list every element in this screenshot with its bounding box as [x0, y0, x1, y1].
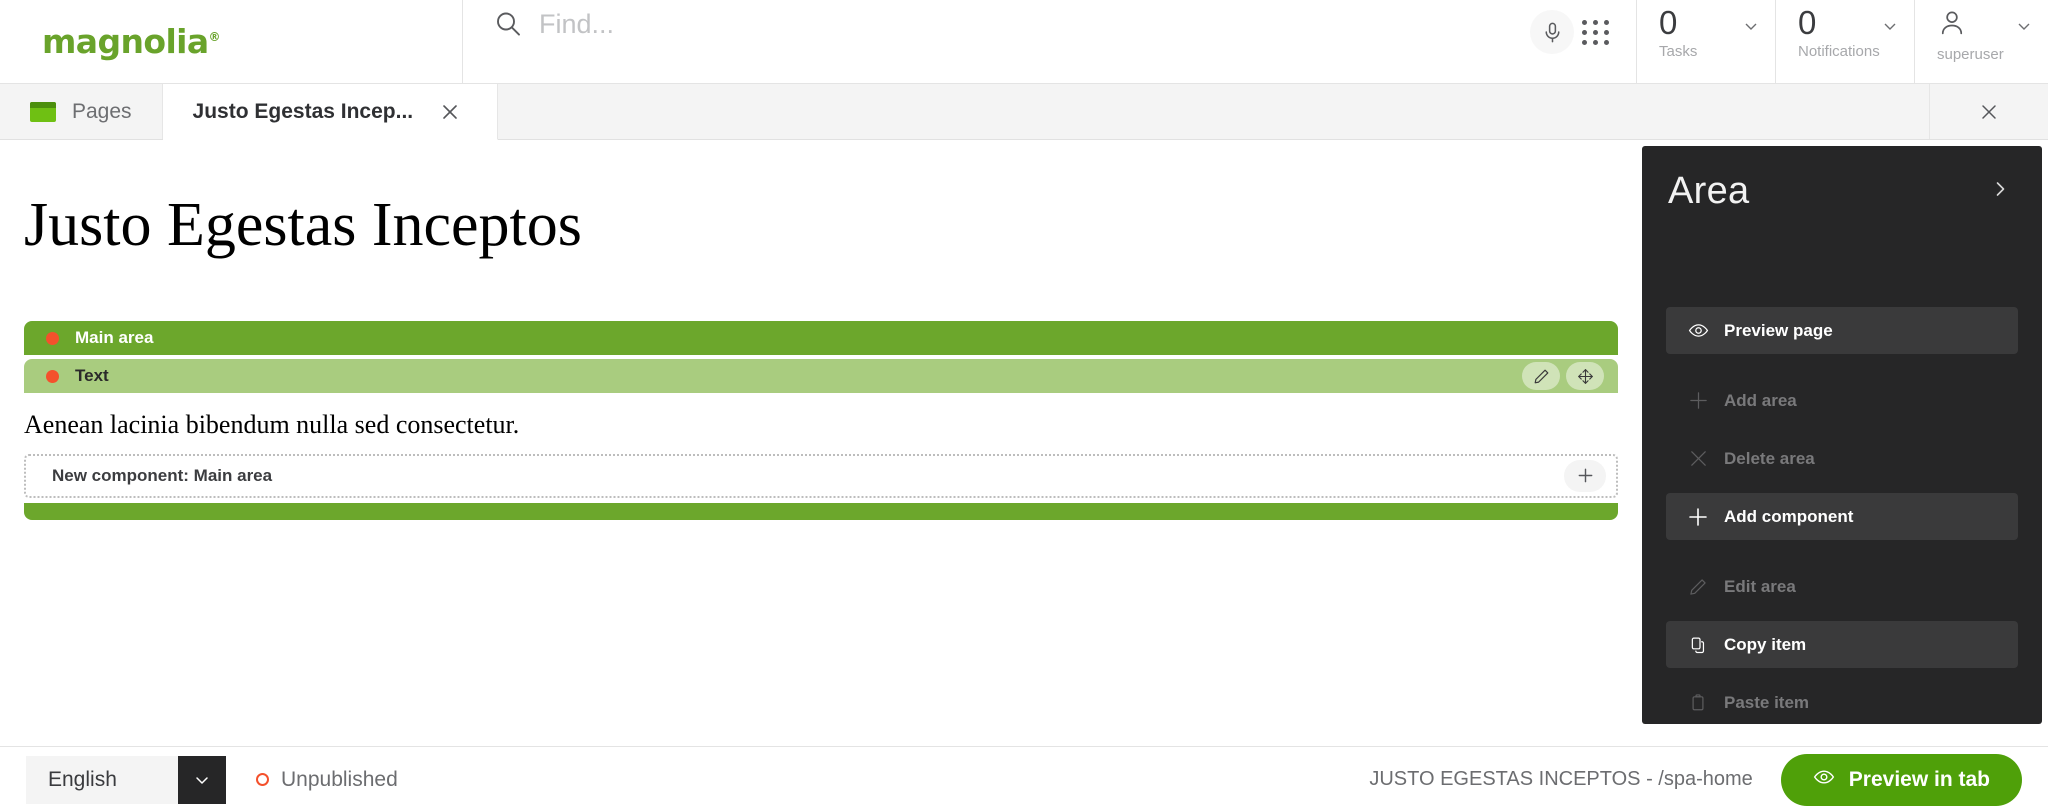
status-dot-icon [46, 369, 59, 383]
eye-icon [1672, 320, 1724, 341]
add-component-label: Add component [1724, 506, 1854, 526]
preview-in-tab-button[interactable]: Preview in tab [1780, 753, 2022, 806]
component-text-body: Aenean lacinia bibendum nulla sed consec… [24, 410, 520, 440]
copy-item-label: Copy item [1724, 634, 1807, 654]
add-component-button[interactable]: Add component [1666, 493, 2018, 540]
user-name: superuser [1937, 46, 2004, 63]
area-bar-label: Main area [75, 328, 154, 348]
panel-title: Area [1668, 170, 1750, 212]
delete-area-label: Delete area [1724, 448, 1815, 468]
preview-page-label: Preview page [1724, 320, 1833, 340]
paste-item-label: Paste item [1724, 692, 1810, 712]
brand-logo-text: magnolia® [42, 22, 221, 61]
plus-icon [1672, 506, 1724, 528]
panel-action-list: Preview page Add area Delete area Add co… [1642, 213, 2042, 726]
tab-pages[interactable]: Pages [0, 84, 163, 139]
edit-area-label: Edit area [1724, 576, 1796, 596]
pencil-icon [1672, 577, 1724, 597]
panel-spacer [1666, 482, 2018, 493]
tab-active-label: Justo Egestas Incep... [192, 99, 414, 123]
copy-icon [1672, 635, 1724, 655]
tab-bar: Pages Justo Egestas Incep... [0, 84, 2048, 140]
panel-spacer [1666, 668, 2018, 679]
area-bar-main-area[interactable]: Main area [24, 321, 1618, 356]
tasks-indicator[interactable]: 0 Tasks [1636, 0, 1775, 84]
publication-status: Unpublished [256, 768, 398, 792]
close-icon [1672, 448, 1724, 469]
notifications-indicator[interactable]: 0 Notifications [1775, 0, 1914, 84]
tab-close-icon[interactable] [433, 95, 467, 129]
edit-area-button[interactable]: Edit area [1666, 563, 2018, 610]
delete-area-button[interactable]: Delete area [1666, 435, 2018, 482]
component-bar-label: Text [75, 366, 109, 386]
eye-icon [1813, 766, 1835, 794]
plus-icon[interactable] [1564, 459, 1606, 492]
global-search[interactable] [463, 0, 1530, 83]
notifications-label: Notifications [1798, 43, 1880, 60]
microphone-icon[interactable] [1530, 10, 1574, 54]
panel-header: Area [1642, 146, 2042, 213]
editor-footer: English Unpublished JUSTO EGESTAS INCEPT… [0, 746, 2048, 812]
add-area-button[interactable]: Add area [1666, 377, 2018, 424]
brand-logo[interactable]: magnolia® [0, 0, 463, 83]
area-footer-bar [24, 502, 1618, 520]
panel-spacer [1666, 354, 2018, 377]
language-value: English [26, 755, 178, 804]
status-dot-icon [46, 331, 59, 345]
brand-registered-mark: ® [208, 30, 221, 44]
panel-spacer [1666, 610, 2018, 621]
tab-justo-egestas-inceptos[interactable]: Justo Egestas Incep... [162, 84, 499, 140]
edit-component-icon[interactable] [1522, 362, 1560, 391]
add-area-label: Add area [1724, 390, 1797, 410]
paste-item-button[interactable]: Paste item [1666, 679, 2018, 726]
status-label: Unpublished [281, 767, 398, 791]
component-bar-text[interactable]: Text [24, 359, 1618, 394]
search-icon [493, 9, 523, 39]
brand-name: magnolia [42, 22, 209, 61]
close-all-tabs-icon[interactable] [1930, 84, 2048, 139]
user-menu[interactable]: superuser [1914, 0, 2048, 84]
chevron-down-icon[interactable] [2016, 18, 2032, 39]
preview-in-tab-label: Preview in tab [1848, 767, 1990, 791]
new-component-label: New component: Main area [52, 465, 273, 485]
main-area-container: Main area Text Aenean lacinia bibendum n… [24, 321, 1618, 520]
context-panel: Area Preview page Add area Delete area A… [1642, 146, 2042, 724]
page-canvas: Justo Egestas Inceptos Main area Text Ae… [0, 140, 1642, 746]
new-component-placeholder[interactable]: New component: Main area [24, 453, 1618, 498]
panel-spacer [1666, 424, 2018, 435]
tab-pages-label: Pages [72, 99, 132, 123]
app-header: magnolia® 0 Tasks [0, 0, 2048, 84]
search-input[interactable] [539, 9, 1099, 40]
pages-icon [30, 101, 56, 122]
page-title: Justo Egestas Inceptos [24, 191, 582, 259]
header-tools [1530, 0, 1618, 83]
chevron-down-icon[interactable] [178, 755, 226, 804]
move-component-icon[interactable] [1566, 362, 1604, 391]
chevron-right-icon[interactable] [1984, 173, 2016, 210]
clipboard-icon [1672, 693, 1724, 713]
tab-bar-spacer [498, 84, 1930, 139]
tasks-label: Tasks [1659, 43, 1698, 60]
app-grid-icon[interactable] [1574, 10, 1618, 54]
plus-icon [1672, 390, 1724, 411]
language-select[interactable]: English [26, 755, 226, 804]
chevron-down-icon[interactable] [1882, 18, 1898, 39]
component-bar-actions [1522, 362, 1604, 391]
panel-spacer [1666, 540, 2018, 563]
page-path-label: JUSTO EGESTAS INCEPTOS - /spa-home [1369, 768, 1753, 790]
copy-item-button[interactable]: Copy item [1666, 621, 2018, 668]
status-ring-icon [256, 773, 269, 786]
magnolia-page-editor: magnolia® 0 Tasks [0, 0, 2048, 812]
preview-page-button[interactable]: Preview page [1666, 307, 2018, 354]
editor-body: Justo Egestas Inceptos Main area Text Ae… [0, 140, 2048, 746]
chevron-down-icon[interactable] [1743, 18, 1759, 39]
